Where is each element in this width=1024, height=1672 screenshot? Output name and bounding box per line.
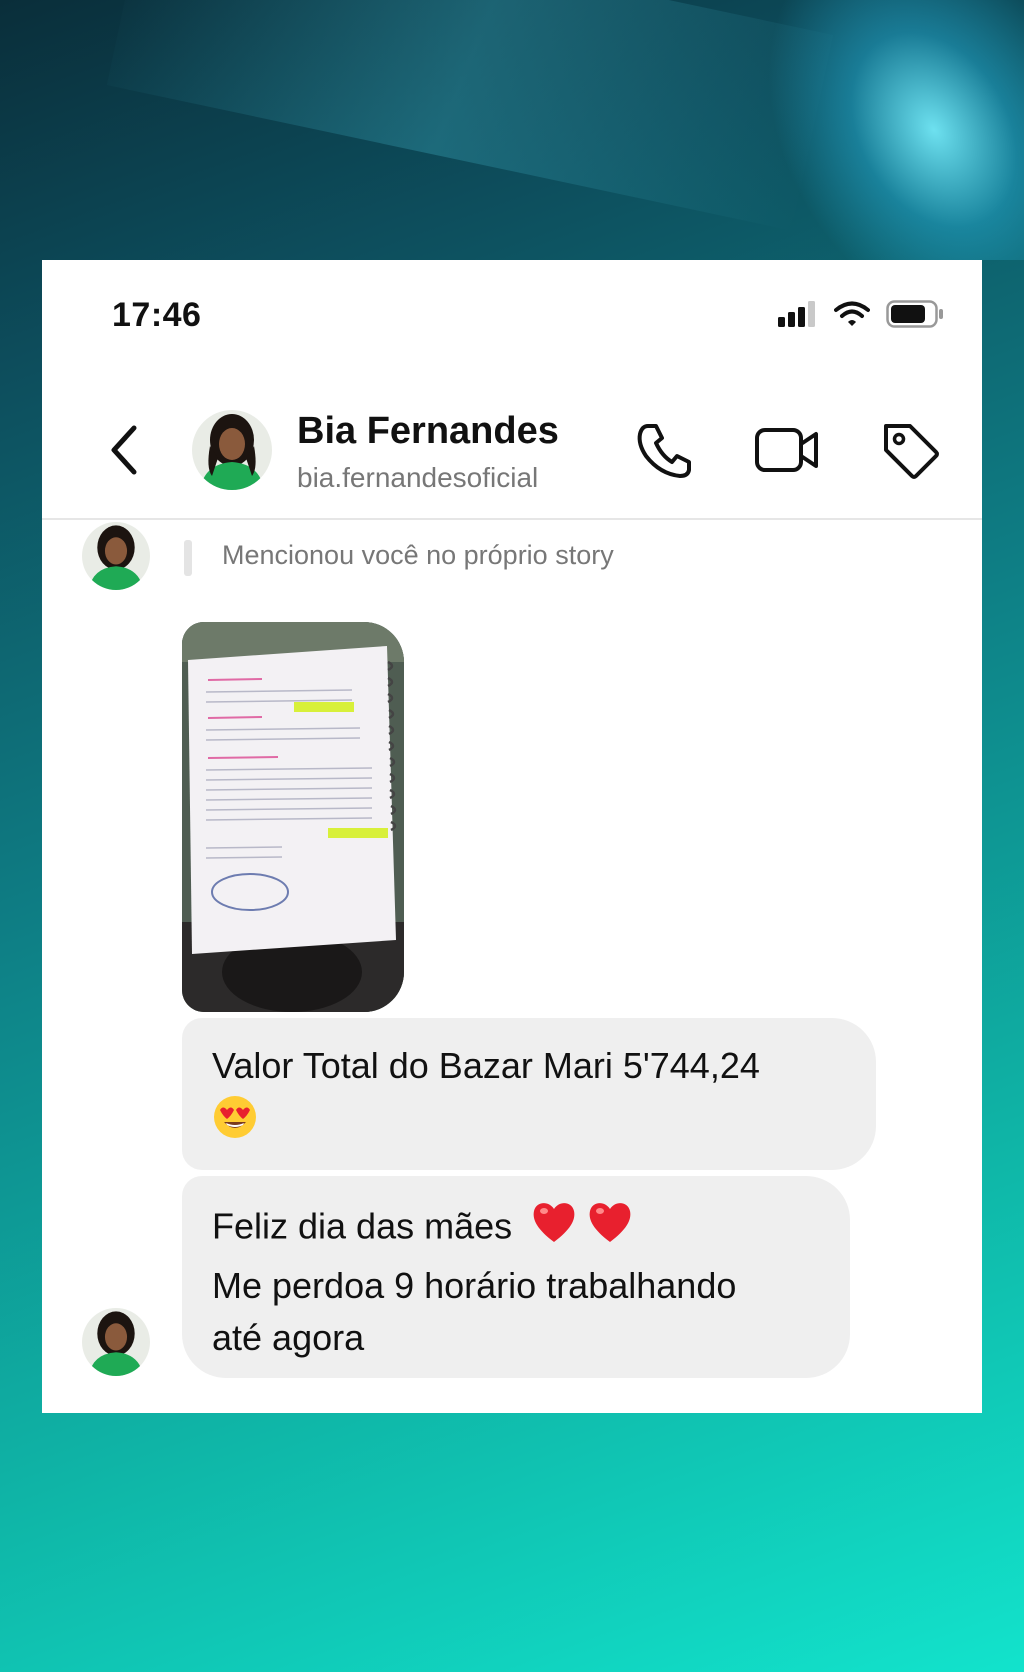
- mention-bar: [184, 540, 192, 576]
- status-bar: 17:46: [42, 260, 982, 340]
- chat-screenshot-card: 17:46 Bia Fernandes bia.fernandesoficial…: [42, 260, 982, 1413]
- message-bubble[interactable]: Feliz dia das mães Me perdoa 9 horário t…: [182, 1176, 850, 1378]
- red-hearts-emoji-icon: [530, 1198, 634, 1260]
- message-text: até agora: [212, 1317, 365, 1358]
- contact-avatar[interactable]: [192, 410, 272, 490]
- message-line: Feliz dia das mães: [212, 1198, 820, 1260]
- notebook-photo: [182, 622, 404, 1012]
- status-time: 17:46: [112, 296, 202, 334]
- wifi-icon: [834, 301, 870, 326]
- contact-name[interactable]: Bia Fernandes: [297, 410, 559, 453]
- status-icons: [778, 300, 944, 328]
- story-mention-label: Mencionou você no próprio story: [222, 540, 614, 570]
- phone-icon[interactable]: [634, 420, 694, 480]
- back-chevron-icon[interactable]: [104, 420, 144, 480]
- tag-icon[interactable]: [880, 420, 940, 480]
- avatar-portrait: [192, 410, 272, 490]
- avatar-portrait: [82, 522, 150, 590]
- story-thumbnail[interactable]: [182, 622, 404, 1012]
- contact-handle: bia.fernandesoficial: [297, 462, 539, 493]
- sender-avatar[interactable]: [82, 1308, 150, 1376]
- signal-icon: [778, 301, 815, 327]
- heart-eyes-emoji-icon: [212, 1092, 846, 1154]
- message-text: Valor Total do Bazar Mari 5'744,24: [212, 1045, 760, 1086]
- chat-header: Bia Fernandes bia.fernandesoficial: [42, 380, 982, 520]
- message-text: Feliz dia das mães: [212, 1205, 513, 1247]
- background-streak: [0, 0, 1024, 260]
- avatar-portrait: [82, 1308, 150, 1376]
- message-text: Me perdoa 9 horário trabalhando: [212, 1265, 737, 1306]
- sender-avatar[interactable]: [82, 522, 150, 590]
- message-bubble[interactable]: Valor Total do Bazar Mari 5'744,24: [182, 1018, 876, 1170]
- video-camera-icon[interactable]: [754, 420, 820, 480]
- battery-icon: [886, 300, 943, 328]
